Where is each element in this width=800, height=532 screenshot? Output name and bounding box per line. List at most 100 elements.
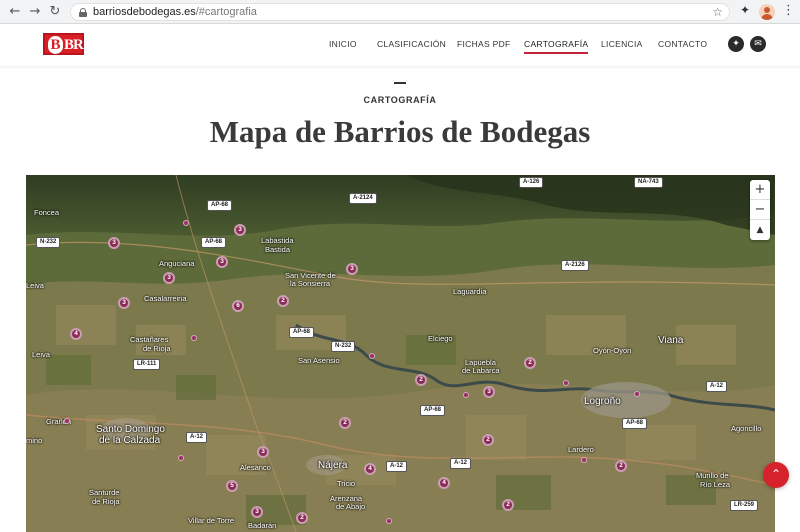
- road-sign: N-232: [36, 237, 61, 248]
- map-zoom-control: + − ▲: [750, 180, 770, 240]
- marker-pin[interactable]: [183, 220, 189, 226]
- road-sign: A-2126: [561, 260, 589, 271]
- site-header: B B R INICIO CLASIFICACIÓN FICHAS PDF CA…: [0, 24, 800, 66]
- map-label-town: Foncea: [34, 208, 60, 217]
- map-label-town: de Abajo: [336, 502, 366, 511]
- road-sign: N-232: [331, 341, 356, 352]
- profile-avatar-icon[interactable]: [759, 4, 775, 20]
- road-sign: A-126: [519, 177, 544, 188]
- marker-cluster[interactable]: 2: [339, 417, 351, 429]
- url-path: /#cartografia: [195, 6, 257, 18]
- road-sign: A-12: [386, 461, 408, 472]
- map-label-town: Viana: [658, 335, 684, 346]
- road-sign: A-12: [450, 458, 472, 469]
- marker-cluster[interactable]: 2: [502, 499, 514, 511]
- map-label-town: de la Calzada: [99, 435, 161, 446]
- road-sign: AP-68: [201, 237, 227, 248]
- map-label-town: Elciego: [428, 334, 453, 343]
- twitter-icon[interactable]: ✦: [728, 36, 744, 52]
- bookmark-star-icon[interactable]: ☆: [712, 5, 723, 19]
- section-kicker: CARTOGRAFÍA: [363, 95, 437, 105]
- forward-icon[interactable]: →: [26, 3, 44, 21]
- marker-pin[interactable]: [64, 418, 70, 424]
- marker-pin[interactable]: [178, 455, 184, 461]
- map-label-town: Santurde: [89, 488, 120, 497]
- marker-cluster[interactable]: 2: [615, 460, 627, 472]
- map-label-town: Oyón-Oyon: [593, 346, 632, 355]
- browser-menu-icon[interactable]: ⋮: [782, 3, 795, 18]
- nav-item-clasificacion[interactable]: CLASIFICACIÓN: [377, 39, 446, 49]
- marker-cluster[interactable]: 3: [216, 256, 228, 268]
- mail-icon[interactable]: ✉: [750, 36, 766, 52]
- road-sign: A-2124: [349, 193, 377, 204]
- road-sign: LR-111: [133, 359, 161, 370]
- map-label-town: de Labarca: [462, 366, 500, 375]
- zoom-in-button[interactable]: +: [750, 180, 770, 200]
- marker-cluster[interactable]: 4: [364, 463, 376, 475]
- page-title: Mapa de Barrios de Bodegas: [209, 114, 591, 149]
- extensions-puzzle-icon[interactable]: ✦: [740, 3, 750, 17]
- marker-cluster[interactable]: 3: [163, 272, 175, 284]
- map-label-town: Leiva: [26, 281, 44, 290]
- nav-item-fichas-pdf[interactable]: FICHAS PDF: [457, 39, 511, 49]
- map-label-town: Villar de Torre: [188, 516, 234, 525]
- road-sign: A-12: [186, 432, 208, 443]
- marker-pin[interactable]: [563, 380, 569, 386]
- marker-cluster[interactable]: 2: [277, 295, 289, 307]
- zoom-out-button[interactable]: −: [750, 200, 770, 220]
- map-label-town: Bastida: [265, 245, 291, 254]
- scroll-to-top-button[interactable]: ⌃: [763, 462, 789, 488]
- title-dash: [394, 82, 406, 84]
- marker-cluster[interactable]: 4: [438, 477, 450, 489]
- road-sign: AP-68: [420, 405, 446, 416]
- map-label-town: Agoncillo: [731, 424, 762, 433]
- nav-item-inicio[interactable]: INICIO: [329, 39, 357, 49]
- road-sign: AP-68: [289, 327, 315, 338]
- nav-item-licencia[interactable]: LICENCIA: [601, 39, 643, 49]
- marker-pin[interactable]: [634, 391, 640, 397]
- map-label-town: Nájera: [318, 460, 348, 471]
- marker-cluster[interactable]: 3: [346, 263, 358, 275]
- site-logo[interactable]: B B R: [43, 33, 84, 55]
- nav-item-contacto[interactable]: CONTACTO: [658, 39, 707, 49]
- address-bar[interactable]: barriosdebodegas.es/#cartografia ☆: [70, 3, 730, 21]
- map-label-town: Río Leza: [700, 480, 731, 489]
- marker-cluster[interactable]: 3: [251, 506, 263, 518]
- satellite-terrain: [26, 175, 775, 532]
- marker-pin[interactable]: [386, 518, 392, 524]
- marker-cluster[interactable]: 3: [108, 237, 120, 249]
- compass-reset-icon[interactable]: ▲: [750, 220, 770, 240]
- url-domain: barriosdebodegas.es: [93, 6, 196, 18]
- marker-cluster[interactable]: 6: [232, 300, 244, 312]
- map-label-town: Lardero: [568, 445, 594, 454]
- nav-item-cartografia[interactable]: CARTOGRAFÍA: [524, 39, 589, 54]
- map-label-town: Leiva: [32, 350, 50, 359]
- lock-icon: [79, 8, 87, 17]
- marker-cluster[interactable]: 3: [118, 297, 130, 309]
- map-label-town: Laguardia: [453, 287, 487, 296]
- logo-letter: R: [73, 37, 84, 53]
- marker-cluster[interactable]: 3: [257, 446, 269, 458]
- marker-pin[interactable]: [369, 353, 375, 359]
- map-label-town: mino: [26, 436, 43, 445]
- reload-icon[interactable]: ↻: [46, 3, 64, 21]
- marker-cluster[interactable]: 2: [524, 357, 536, 369]
- map-label-town: de Rioja: [92, 497, 120, 506]
- marker-pin[interactable]: [191, 335, 197, 341]
- back-icon[interactable]: ←: [6, 3, 24, 21]
- map-view[interactable]: Foncea Anguciana Labastida Bastida San V…: [26, 175, 775, 532]
- marker-cluster[interactable]: 3: [483, 386, 495, 398]
- marker-pin[interactable]: [463, 392, 469, 398]
- marker-cluster[interactable]: 3: [234, 224, 246, 236]
- map-label-town: Santo Domingo: [96, 424, 165, 435]
- marker-pin[interactable]: [581, 457, 587, 463]
- map-label-town: Anguciana: [159, 259, 195, 268]
- marker-cluster[interactable]: 5: [226, 480, 238, 492]
- map-label-town: Murillo de: [696, 471, 729, 480]
- marker-cluster[interactable]: 4: [70, 328, 82, 340]
- browser-toolbar: ← → ↻ barriosdebodegas.es/#cartografia ☆…: [0, 0, 800, 24]
- marker-cluster[interactable]: 2: [296, 512, 308, 524]
- map-label-town: de Rioja: [143, 344, 171, 353]
- marker-cluster[interactable]: 2: [482, 434, 494, 446]
- marker-cluster[interactable]: 2: [415, 374, 427, 386]
